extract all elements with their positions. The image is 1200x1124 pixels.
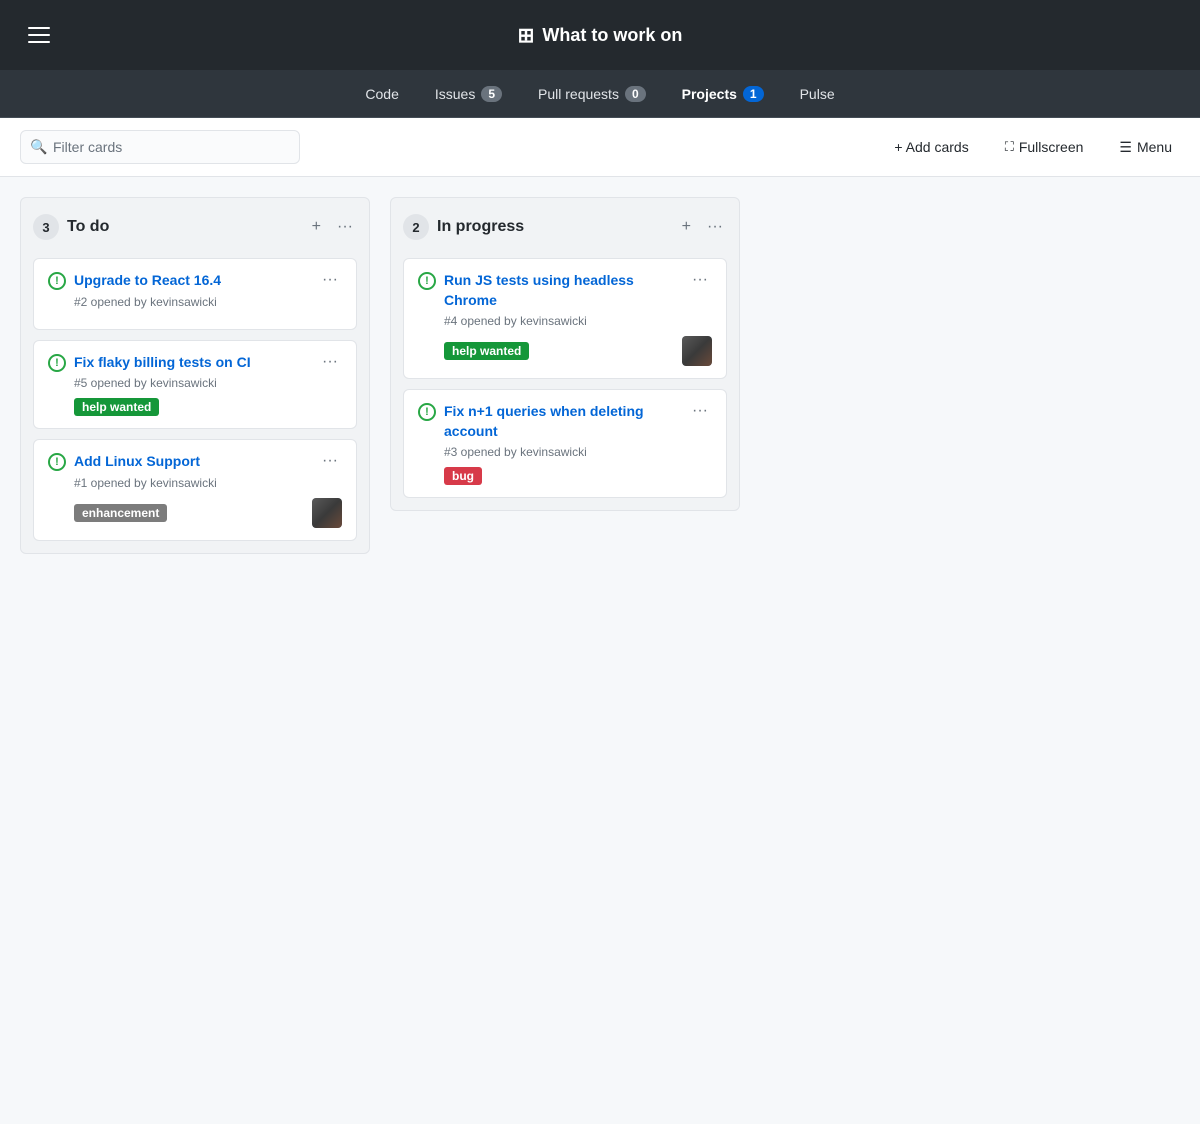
column-title: In progress (437, 218, 524, 236)
card-more-button[interactable]: ··· (688, 271, 712, 289)
fullscreen-icon: ⛶ (1005, 139, 1014, 155)
card-title-wrap: ! Upgrade to React 16.4 (48, 271, 318, 291)
column-count: 3 (33, 214, 59, 240)
card: ! Fix flaky billing tests on CI ··· #5 open… (33, 340, 357, 430)
card-footer: help wanted (444, 336, 712, 366)
avatar (682, 336, 712, 366)
column-header-actions: + ··· (678, 216, 727, 238)
card: ! Run JS tests using headless Chrome··· #4… (403, 258, 727, 379)
card-header: ! Fix flaky billing tests on CI ··· (48, 353, 342, 373)
header: ⊞ What to work on (0, 0, 1200, 70)
nav-bar: Code Issues 5 Pull requests 0 Projects 1… (0, 70, 1200, 118)
card-labels: help wanted (444, 342, 529, 360)
toolbar-actions: + Add cards ⛶ Fullscreen ☰ Menu (886, 135, 1180, 160)
nav-item-issues-label: Issues (435, 86, 475, 102)
nav-item-pulse[interactable]: Pulse (784, 78, 851, 110)
label-bug: bug (444, 467, 482, 485)
label-help: help wanted (444, 342, 529, 360)
issue-open-icon: ! (418, 403, 436, 421)
column-count: 2 (403, 214, 429, 240)
card-footer: help wanted (74, 398, 342, 416)
card-footer: bug (444, 467, 712, 485)
nav-item-issues[interactable]: Issues 5 (419, 78, 518, 110)
nav-item-projects[interactable]: Projects 1 (666, 78, 780, 110)
column-title: To do (67, 218, 109, 236)
nav-item-pr-label: Pull requests (538, 86, 619, 102)
card-more-button[interactable]: ··· (318, 353, 342, 371)
nav-item-pull-requests[interactable]: Pull requests 0 (522, 78, 662, 110)
pr-badge: 0 (625, 86, 646, 102)
card-title-wrap: ! Fix n+1 queries when deleting account (418, 402, 688, 441)
column-header-todo: 3 To do + ··· (33, 210, 357, 248)
card-title-wrap: ! Add Linux Support (48, 452, 318, 472)
card-meta: #5 opened by kevinsawicki (74, 376, 342, 390)
projects-badge: 1 (743, 86, 764, 102)
column-header-in-progress: 2 In progress + ··· (403, 210, 727, 248)
card-header: ! Run JS tests using headless Chrome··· (418, 271, 712, 310)
hamburger-menu-icon[interactable] (20, 19, 58, 51)
header-title-text: What to work on (542, 25, 682, 46)
card-labels: enhancement (74, 504, 167, 522)
filter-input-wrap: 🔍 (20, 130, 300, 164)
fullscreen-label: Fullscreen (1019, 139, 1084, 155)
column-more-button[interactable]: ··· (333, 216, 357, 238)
card-title-wrap: ! Run JS tests using headless Chrome (418, 271, 688, 310)
project-board: 3 To do + ···! Upgrade to React 16.4 ··· #2 op… (0, 177, 1200, 1124)
label-enhancement: enhancement (74, 504, 167, 522)
card-title[interactable]: Fix n+1 queries when deleting account (444, 402, 688, 441)
card-header: ! Upgrade to React 16.4 ··· (48, 271, 342, 291)
menu-lines-icon: ☰ (1119, 139, 1132, 156)
card-labels: help wanted (74, 398, 159, 416)
toolbar: 🔍 + Add cards ⛶ Fullscreen ☰ Menu (0, 118, 1200, 177)
add-cards-button[interactable]: + Add cards (886, 135, 976, 159)
column-in-progress: 2 In progress + ···! Run JS tests using head… (390, 197, 740, 511)
issue-open-icon: ! (418, 272, 436, 290)
column-header-left: 3 To do (33, 214, 109, 240)
card-meta: #3 opened by kevinsawicki (444, 445, 712, 459)
card-title[interactable]: Upgrade to React 16.4 (74, 271, 221, 291)
column-header-actions: + ··· (308, 216, 357, 238)
card-title-wrap: ! Fix flaky billing tests on CI (48, 353, 318, 373)
column-header-left: 2 In progress (403, 214, 524, 240)
card: ! Upgrade to React 16.4 ··· #2 opened by ke… (33, 258, 357, 330)
nav-item-pulse-label: Pulse (800, 86, 835, 102)
search-icon: 🔍 (30, 139, 47, 156)
label-help: help wanted (74, 398, 159, 416)
card-header: ! Fix n+1 queries when deleting account··… (418, 402, 712, 441)
menu-button[interactable]: ☰ Menu (1111, 135, 1180, 160)
card-footer: enhancement (74, 498, 342, 528)
card-title[interactable]: Run JS tests using headless Chrome (444, 271, 688, 310)
card-meta: #2 opened by kevinsawicki (74, 295, 342, 309)
card: ! Add Linux Support ··· #1 opened by kevins… (33, 439, 357, 541)
menu-label: Menu (1137, 139, 1172, 155)
nav-item-code[interactable]: Code (349, 78, 414, 110)
card-more-button[interactable]: ··· (318, 452, 342, 470)
column-add-button[interactable]: + (308, 216, 325, 238)
card-header: ! Add Linux Support ··· (48, 452, 342, 472)
avatar (312, 498, 342, 528)
header-title: ⊞ What to work on (518, 23, 683, 48)
card: ! Fix n+1 queries when deleting account··… (403, 389, 727, 498)
filter-input[interactable] (20, 130, 300, 164)
column-more-button[interactable]: ··· (703, 216, 727, 238)
card-more-button[interactable]: ··· (688, 402, 712, 420)
card-meta: #1 opened by kevinsawicki (74, 476, 342, 490)
issues-badge: 5 (481, 86, 502, 102)
card-title[interactable]: Fix flaky billing tests on CI (74, 353, 251, 373)
card-labels: bug (444, 467, 482, 485)
card-meta: #4 opened by kevinsawicki (444, 314, 712, 328)
column-todo: 3 To do + ···! Upgrade to React 16.4 ··· #2 op… (20, 197, 370, 554)
project-board-icon: ⊞ (518, 23, 535, 48)
card-title[interactable]: Add Linux Support (74, 452, 200, 472)
add-cards-label: + Add cards (894, 139, 968, 155)
issue-open-icon: ! (48, 354, 66, 372)
card-more-button[interactable]: ··· (318, 271, 342, 289)
nav-item-projects-label: Projects (682, 86, 737, 102)
issue-open-icon: ! (48, 272, 66, 290)
nav-item-code-label: Code (365, 86, 398, 102)
issue-open-icon: ! (48, 453, 66, 471)
fullscreen-button[interactable]: ⛶ Fullscreen (997, 135, 1092, 159)
column-add-button[interactable]: + (678, 216, 695, 238)
